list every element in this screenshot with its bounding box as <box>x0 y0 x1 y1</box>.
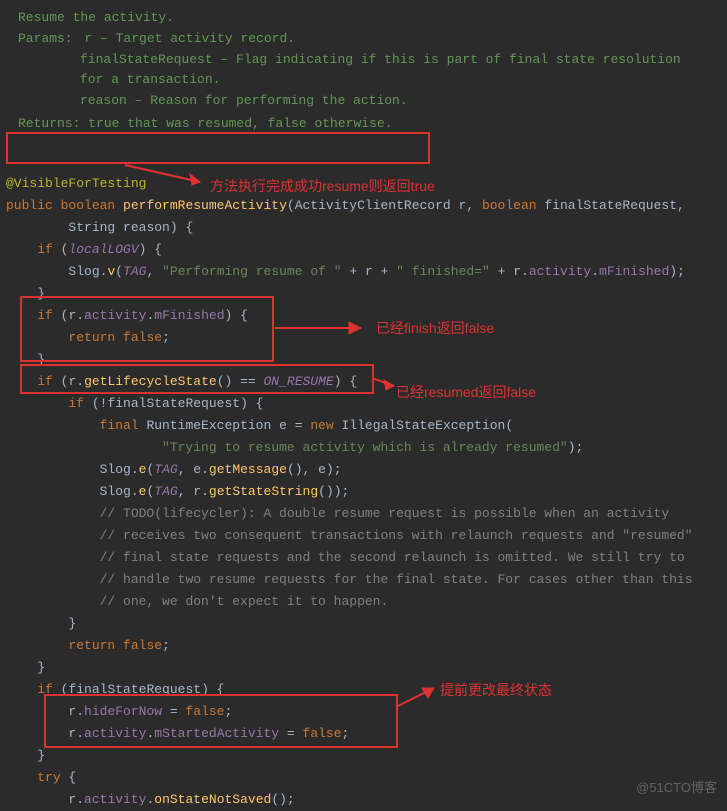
doc-params: Params: r – Target activity record. <box>18 29 709 50</box>
annotation-2: 已经finish返回false <box>376 318 494 338</box>
doc-returns: Returns: true that was resumed, false ot… <box>18 116 392 131</box>
annotation-1: 方法执行完成成功resume则返回true <box>210 176 435 196</box>
arrow-4 <box>398 680 444 710</box>
code-editor[interactable]: @VisibleForTesting public boolean perfor… <box>0 145 727 811</box>
annotation-3: 已经resumed返回false <box>396 382 536 402</box>
arrow-3 <box>372 372 402 392</box>
watermark: @51CTO博客 <box>636 777 717 796</box>
doc-summary: Resume the activity. <box>18 8 709 29</box>
javadoc-block: Resume the activity. Params: r – Target … <box>0 0 727 145</box>
arrow-2 <box>275 318 375 338</box>
arrow-1 <box>120 160 210 190</box>
annotation-4: 提前更改最终状态 <box>440 680 552 700</box>
